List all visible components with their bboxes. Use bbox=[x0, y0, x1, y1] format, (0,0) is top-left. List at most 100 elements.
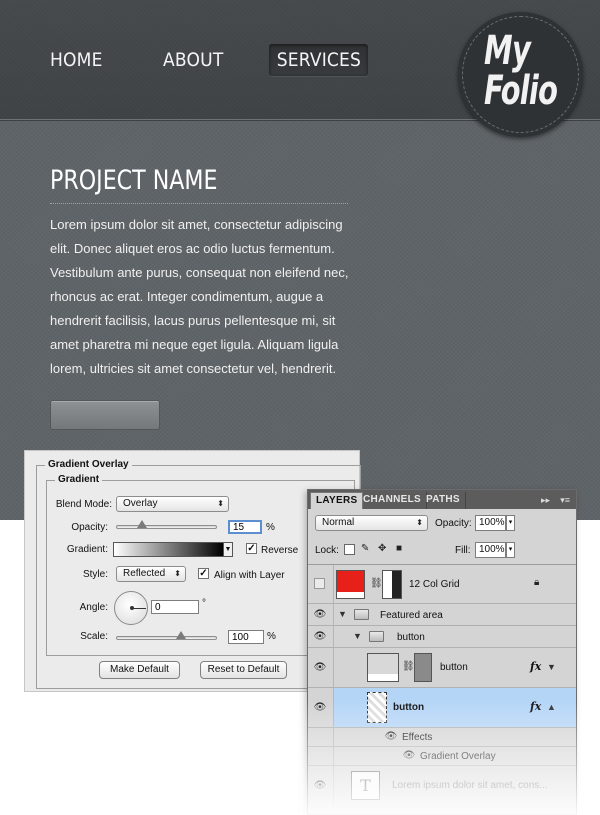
angle-unit: ° bbox=[202, 598, 206, 609]
visibility-toggle[interactable]: 👁︎ bbox=[308, 626, 334, 647]
select-arrows-icon: ⬍ bbox=[217, 499, 224, 508]
visibility-toggle[interactable] bbox=[308, 565, 334, 603]
layer-row-text[interactable]: 👁︎ T Lorem ipsum dolor sit amet, cons... bbox=[308, 766, 576, 806]
eye-icon: 👁︎ bbox=[313, 780, 327, 791]
angle-center-dot bbox=[130, 606, 134, 610]
gradient-label: Gradient: bbox=[66, 544, 108, 555]
layer-opacity-dropdown-icon[interactable]: ▾ bbox=[506, 515, 515, 531]
lock-label: Lock: bbox=[315, 545, 339, 556]
text-layer-thumbnail: T bbox=[351, 771, 380, 800]
opacity-slider-thumb[interactable] bbox=[136, 520, 147, 528]
panel-tab-bar: LAYERS CHANNELS PATHS ▸▸ ▾≡ bbox=[308, 490, 576, 509]
layer-blend-mode-value: Normal bbox=[322, 517, 355, 528]
layer-opacity-field[interactable]: 100% bbox=[475, 515, 506, 531]
gradient-dropdown-icon[interactable]: ▼ bbox=[224, 542, 233, 557]
style-select[interactable]: Reflected ⬍ bbox=[116, 566, 186, 582]
eye-icon[interactable]: 👁︎ bbox=[402, 750, 416, 762]
gradient-swatch[interactable] bbox=[113, 542, 224, 557]
folder-icon bbox=[369, 631, 384, 642]
gradient-overlay-effect-row[interactable]: 👁︎ Gradient Overlay bbox=[308, 747, 576, 766]
layer-name: Lorem ipsum dolor sit amet, cons... bbox=[392, 780, 548, 791]
fill-label: Fill: bbox=[455, 545, 471, 556]
layer-name: button bbox=[393, 702, 425, 713]
layer-row-grid[interactable]: ⛓ 12 Col Grid 🔒︎ bbox=[308, 564, 576, 604]
layer-mask-thumbnail bbox=[382, 570, 402, 599]
nav-about-link[interactable]: ABOUT bbox=[163, 44, 223, 76]
layer-blend-mode-select[interactable]: Normal ⬍ bbox=[315, 515, 428, 531]
expand-triangle-icon[interactable]: ▼ bbox=[353, 631, 362, 641]
lock-transparent-icon[interactable] bbox=[344, 544, 355, 555]
collapse-effects-icon[interactable]: ▼ bbox=[547, 662, 556, 672]
smart-layer-thumbnail bbox=[367, 692, 387, 723]
layer-name: button bbox=[397, 632, 425, 643]
make-default-button[interactable]: Make Default bbox=[99, 661, 180, 679]
tab-channels[interactable]: CHANNELS bbox=[358, 492, 427, 509]
website-mockup: HOME ABOUT SERVICES My Folio PROJECT NAM… bbox=[0, 0, 600, 520]
opacity-unit: % bbox=[266, 522, 275, 533]
site-button[interactable] bbox=[50, 400, 160, 430]
tab-layers[interactable]: LAYERS bbox=[310, 492, 364, 509]
vector-mask-thumbnail bbox=[414, 653, 432, 682]
reverse-label: Reverse bbox=[261, 545, 299, 556]
scale-slider[interactable] bbox=[116, 631, 217, 640]
angle-field[interactable] bbox=[151, 600, 199, 614]
scale-label: Scale: bbox=[80, 631, 108, 642]
myfolio-logo[interactable]: My Folio bbox=[458, 12, 583, 137]
lock-brush-icon[interactable]: ✎ bbox=[361, 543, 369, 554]
effect-name: Gradient Overlay bbox=[420, 751, 496, 762]
angle-dial[interactable] bbox=[114, 591, 148, 625]
expand-effects-icon[interactable]: ▲ bbox=[547, 702, 556, 712]
panel-menu-icon[interactable]: ▾≡ bbox=[560, 492, 570, 508]
folder-icon bbox=[354, 609, 369, 620]
opacity-field[interactable] bbox=[228, 520, 262, 534]
visibility-toggle[interactable]: 👁︎ bbox=[308, 604, 334, 625]
fill-dropdown-icon[interactable]: ▾ bbox=[506, 542, 515, 558]
visibility-toggle[interactable]: 👁︎ bbox=[308, 766, 334, 806]
project-description: Lorem ipsum dolor sit amet, consectetur … bbox=[50, 217, 349, 376]
lock-all-icon[interactable]: ■ bbox=[396, 543, 402, 554]
layer-name: Featured area bbox=[380, 610, 443, 621]
dotted-divider bbox=[50, 203, 348, 204]
reset-to-default-button[interactable]: Reset to Default bbox=[200, 661, 287, 679]
scale-slider-thumb[interactable] bbox=[175, 631, 186, 639]
layer-row-button-group[interactable]: 👁︎ ▼ button bbox=[308, 626, 576, 648]
hidden-eye-box bbox=[314, 578, 325, 589]
scale-unit: % bbox=[267, 631, 276, 642]
eye-icon: 👁︎ bbox=[313, 609, 327, 620]
gradient-overlay-title: Gradient Overlay bbox=[45, 459, 132, 470]
nav-home-link[interactable]: HOME bbox=[50, 44, 103, 76]
effects-label: Effects bbox=[402, 732, 433, 743]
nav-services-label: SERVICES bbox=[276, 49, 361, 71]
opacity-label: Opacity: bbox=[71, 522, 108, 533]
layer-name: 12 Col Grid bbox=[409, 579, 460, 590]
blend-mode-value: Overlay bbox=[123, 498, 158, 509]
eye-icon: 👁︎ bbox=[313, 631, 327, 642]
expand-triangle-icon[interactable]: ▼ bbox=[338, 609, 347, 619]
nav-services-link[interactable]: SERVICES bbox=[269, 44, 368, 76]
layer-row-button-selected[interactable]: 👁︎ button fx ▲ bbox=[308, 688, 576, 728]
shape-thumbnail bbox=[367, 653, 399, 682]
eye-icon[interactable]: 👁︎ bbox=[384, 731, 398, 743]
align-with-layer-checkbox[interactable]: ✓ bbox=[198, 568, 209, 579]
align-with-layer-label: Align with Layer bbox=[214, 570, 285, 581]
layer-name: button bbox=[440, 662, 468, 673]
blend-mode-label: Blend Mode: bbox=[55, 499, 112, 510]
blend-mode-select[interactable]: Overlay ⬍ bbox=[116, 496, 229, 512]
lock-move-icon[interactable]: ✥ bbox=[378, 543, 386, 554]
layer-opacity-label: Opacity: bbox=[435, 518, 472, 529]
layer-row-featured-area[interactable]: 👁︎ ▼ Featured area bbox=[308, 604, 576, 626]
scale-field[interactable] bbox=[228, 630, 264, 644]
opacity-slider[interactable] bbox=[116, 520, 217, 529]
grid-swatch-thumbnail bbox=[336, 570, 365, 599]
reverse-checkbox[interactable]: ✓ bbox=[246, 543, 257, 554]
eye-icon: 👁︎ bbox=[313, 702, 327, 713]
lock-icon: 🔒︎ bbox=[534, 577, 540, 588]
visibility-column bbox=[308, 728, 334, 746]
visibility-toggle[interactable]: 👁︎ bbox=[308, 648, 334, 687]
effects-row[interactable]: 👁︎ Effects bbox=[308, 728, 576, 747]
tab-paths[interactable]: PATHS bbox=[421, 492, 466, 509]
visibility-toggle[interactable]: 👁︎ bbox=[308, 688, 334, 727]
fill-field[interactable]: 100% bbox=[475, 542, 506, 558]
collapse-panel-icon[interactable]: ▸▸ bbox=[541, 492, 550, 508]
layer-row-button-shape[interactable]: 👁︎ ⛓ button fx ▼ bbox=[308, 648, 576, 688]
